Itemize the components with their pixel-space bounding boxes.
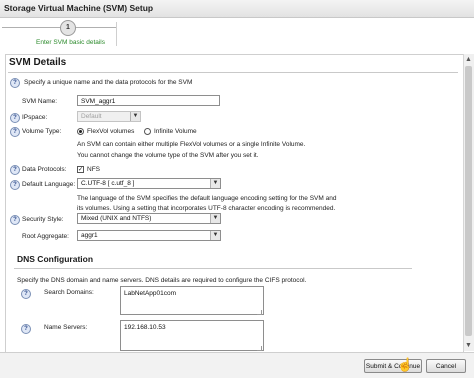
dns-intro-text: Specify the DNS domain and name servers.…	[17, 277, 307, 284]
scroll-down-icon[interactable]: ▼	[465, 342, 472, 349]
security-style-label: Security Style:	[22, 216, 64, 223]
language-note-2: its volumes. Using a setting that incorp…	[77, 205, 336, 212]
data-protocols-label: Data Protocols:	[22, 166, 67, 173]
svm-name-input[interactable]: SVM_aggr1	[77, 95, 220, 106]
default-language-label: Default Language:	[22, 181, 76, 188]
chevron-down-icon[interactable]: ▼	[210, 231, 220, 240]
security-style-select[interactable]: Mixed (UNIX and NTFS) ▼	[77, 213, 221, 224]
default-language-select[interactable]: C.UTF-8 [ c.utf_8 ] ▼	[77, 178, 221, 189]
root-aggregate-value: aggr1	[81, 232, 98, 239]
nfs-checkbox-label[interactable]: NFS	[87, 166, 100, 173]
scrollbar-thumb[interactable]	[465, 66, 472, 336]
ipspace-value: Default	[81, 113, 102, 120]
data-protocols-help-icon[interactable]: ?	[10, 165, 20, 175]
language-note-1: The language of the SVM specifies the de…	[77, 195, 337, 202]
volume-type-help-icon[interactable]: ?	[10, 127, 20, 137]
default-language-help-icon[interactable]: ?	[10, 180, 20, 190]
dns-config-divider	[14, 268, 412, 269]
radio-infinite-volume-label[interactable]: Infinite Volume	[154, 128, 197, 135]
name-servers-value: 192.168.10.53	[124, 324, 166, 331]
dns-config-heading: DNS Configuration	[17, 254, 94, 264]
radio-flexvol[interactable]	[77, 128, 84, 135]
ipspace-label: IPspace:	[22, 114, 48, 121]
submit-continue-button[interactable]: Submit & Continue	[364, 359, 422, 373]
radio-flexvol-label[interactable]: FlexVol volumes	[87, 128, 134, 135]
help-icon[interactable]: ?	[10, 78, 20, 88]
name-servers-input[interactable]: 192.168.10.53	[120, 320, 264, 351]
chevron-down-icon[interactable]: ▼	[210, 214, 220, 223]
security-style-value: Mixed (UNIX and NTFS)	[81, 215, 152, 222]
step-divider	[116, 22, 117, 46]
ipspace-select: Default ▼	[77, 111, 141, 122]
resize-grip-icon[interactable]	[257, 346, 262, 351]
resize-grip-icon[interactable]	[257, 310, 262, 315]
step-label: Enter SVM basic details	[36, 39, 106, 46]
nfs-checkbox[interactable]: ✓	[77, 166, 84, 173]
search-domains-label: Search Domains:	[44, 289, 94, 296]
root-aggregate-select[interactable]: aggr1 ▼	[77, 230, 221, 241]
chevron-down-icon[interactable]: ▼	[210, 179, 220, 188]
name-servers-label: Name Servers:	[44, 324, 88, 331]
step-number-badge: 1	[60, 20, 76, 36]
default-language-value: C.UTF-8 [ c.utf_8 ]	[81, 180, 135, 187]
ipspace-help-icon[interactable]: ?	[10, 113, 20, 123]
volume-type-note-2: You cannot change the volume type of the…	[77, 152, 259, 159]
radio-infinite-volume[interactable]	[144, 128, 151, 135]
svm-details-divider	[8, 72, 458, 73]
scroll-up-icon[interactable]: ▲	[465, 56, 472, 63]
cancel-button[interactable]: Cancel	[426, 359, 466, 373]
volume-type-note-1: An SVM can contain either multiple FlexV…	[77, 141, 306, 148]
volume-type-label: Volume Type:	[22, 128, 62, 135]
hand-cursor-icon: ☝	[397, 357, 414, 372]
svm-name-label: SVM Name:	[22, 98, 58, 105]
root-aggregate-label: Root Aggregate:	[22, 233, 69, 240]
search-domains-help-icon[interactable]: ?	[21, 289, 31, 299]
search-domains-input[interactable]: LabNetApp01com	[120, 286, 264, 315]
svm-details-heading: SVM Details	[9, 57, 67, 68]
search-domains-value: LabNetApp01com	[124, 290, 177, 297]
name-servers-help-icon[interactable]: ?	[21, 324, 31, 334]
svm-intro-text: Specify a unique name and the data proto…	[24, 79, 193, 86]
window-title: Storage Virtual Machine (SVM) Setup	[4, 3, 154, 13]
window-titlebar: Storage Virtual Machine (SVM) Setup	[0, 0, 474, 18]
step-progress-line	[2, 27, 116, 28]
security-style-help-icon[interactable]: ?	[10, 215, 20, 225]
chevron-down-icon: ▼	[130, 112, 140, 121]
form-scrollbar[interactable]: ▲ ▼	[463, 54, 474, 351]
